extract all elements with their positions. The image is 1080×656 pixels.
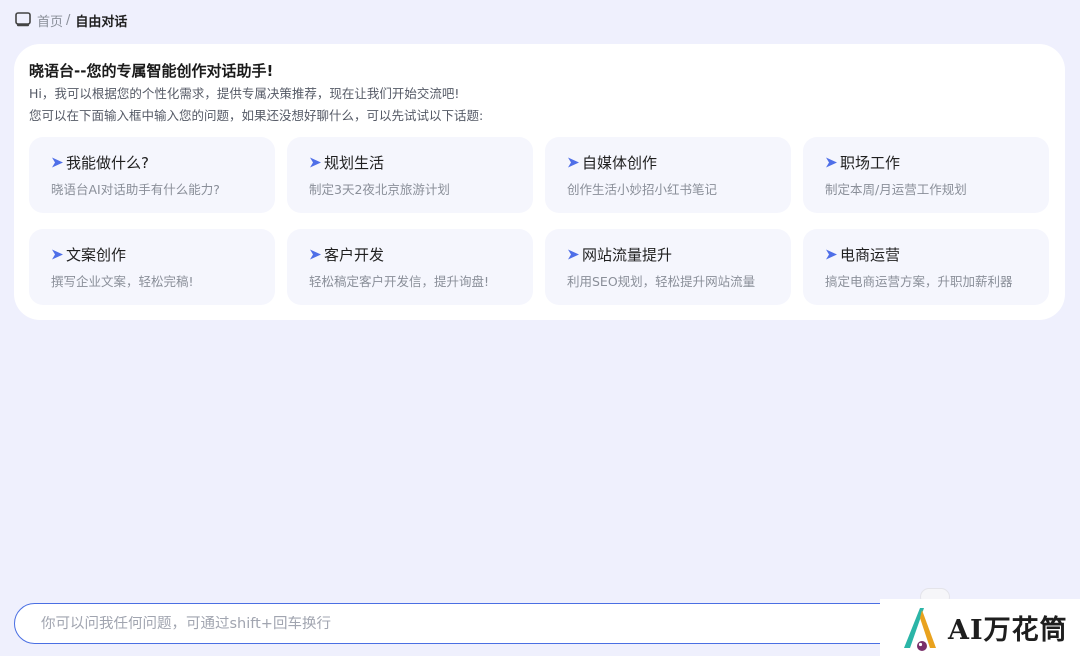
topic-title: 网站流量提升	[582, 245, 673, 264]
topic-card[interactable]: 我能做什么? 晓语台AI对话助手有什么能力?	[29, 137, 275, 213]
topic-title: 我能做什么?	[66, 153, 149, 172]
topic-desc: 搞定电商运营方案，升职加薪利器	[825, 274, 1013, 289]
arrow-right-icon	[825, 248, 838, 261]
arrow-right-icon	[51, 248, 64, 261]
arrow-right-icon	[567, 156, 580, 169]
welcome-title: 晓语台--您的专属智能创作对话助手!	[29, 62, 274, 80]
breadcrumb-current: 自由对话	[75, 14, 128, 30]
topic-card[interactable]: 规划生活 制定3天2夜北京旅游计划	[287, 137, 533, 213]
breadcrumb-home-link[interactable]: 首页	[37, 11, 63, 30]
welcome-card: 晓语台--您的专属智能创作对话助手! Hi，我可以根据您的个性化需求，提供专属决…	[14, 44, 1065, 320]
topic-card[interactable]: 电商运营 搞定电商运营方案，升职加薪利器	[803, 229, 1049, 305]
topic-title: 规划生活	[324, 153, 385, 172]
arrow-right-icon	[825, 156, 838, 169]
topic-title: 职场工作	[840, 153, 901, 172]
arrow-right-icon	[309, 156, 322, 169]
welcome-intro: Hi，我可以根据您的个性化需求，提供专属决策推荐，现在让我们开始交流吧!	[29, 86, 460, 101]
topic-desc: 晓语台AI对话助手有什么能力?	[51, 182, 220, 197]
chat-input[interactable]	[41, 615, 841, 632]
arrow-right-icon	[51, 156, 64, 169]
topic-title: 电商运营	[840, 245, 901, 264]
watermark-text: AI万花筒	[948, 615, 1068, 646]
topic-card[interactable]: 职场工作 制定本周/月运营工作规划	[803, 137, 1049, 213]
topic-grid: 我能做什么? 晓语台AI对话助手有什么能力? 规划生活 制定3天2夜北京旅游计划…	[29, 137, 1049, 305]
topic-desc: 利用SEO规划，轻松提升网站流量	[567, 274, 756, 289]
topic-desc: 撰写企业文案，轻松完稿!	[51, 274, 194, 289]
topic-desc: 轻松稿定客户开发信，提升询盘!	[309, 274, 490, 289]
breadcrumb-separator: /	[66, 12, 71, 28]
watermark: AI万花筒	[880, 599, 1080, 656]
watermark-logo-icon	[900, 604, 942, 652]
topic-title: 文案创作	[66, 245, 127, 264]
topic-card[interactable]: 自媒体创作 创作生活小妙招小红书笔记	[545, 137, 791, 213]
topic-title: 自媒体创作	[582, 153, 658, 172]
topic-desc: 创作生活小妙招小红书笔记	[567, 182, 718, 197]
topic-title: 客户开发	[324, 245, 385, 264]
topic-desc: 制定3天2夜北京旅游计划	[309, 182, 450, 197]
arrow-right-icon	[567, 248, 580, 261]
topic-card[interactable]: 文案创作 撰写企业文案，轻松完稿!	[29, 229, 275, 305]
topic-card[interactable]: 客户开发 轻松稿定客户开发信，提升询盘!	[287, 229, 533, 305]
page: 首页 / 自由对话 晓语台--您的专属智能创作对话助手! Hi，我可以根据您的个…	[0, 0, 1080, 656]
monitor-icon	[14, 11, 32, 29]
welcome-hint: 您可以在下面输入框中输入您的问题，如果还没想好聊什么，可以先试试以下话题:	[29, 108, 484, 123]
topic-desc: 制定本周/月运营工作规划	[825, 182, 967, 197]
breadcrumb: 首页 / 自由对话	[14, 10, 127, 30]
topic-card[interactable]: 网站流量提升 利用SEO规划，轻松提升网站流量	[545, 229, 791, 305]
arrow-right-icon	[309, 248, 322, 261]
